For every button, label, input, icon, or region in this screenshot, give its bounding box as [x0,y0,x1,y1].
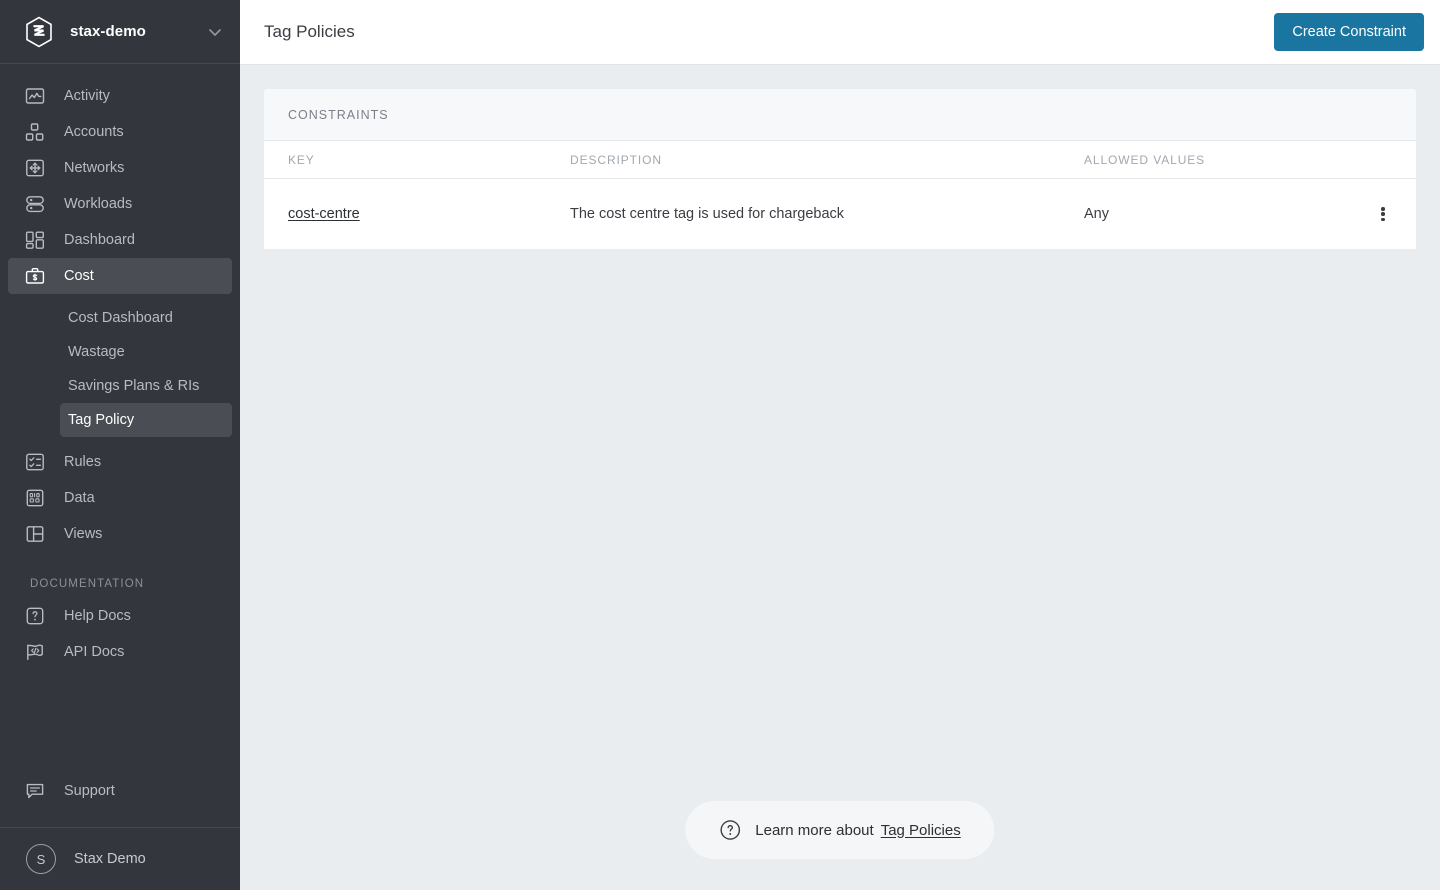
accounts-nodes-icon [24,121,46,143]
primary-navigation: Activity Accounts Networks Workloads Das… [0,64,240,773]
networks-move-icon [24,157,46,179]
org-name: stax-demo [70,23,146,40]
main-area: Tag Policies Create Constraint CONSTRAIN… [240,0,1440,890]
dashboard-grid-icon [24,229,46,251]
sidebar-item-workloads[interactable]: Workloads [8,186,232,222]
create-constraint-button[interactable]: Create Constraint [1274,13,1424,51]
sidebar-item-rules[interactable]: Rules [8,444,232,480]
column-header-key: KEY [264,141,570,179]
sidebar-subitem-label: Cost Dashboard [68,310,173,326]
sidebar-item-label: Workloads [64,196,133,212]
sidebar-subitem-tag-policy[interactable]: Tag Policy [60,403,232,437]
app-root: stax-demo Activity Accounts Networks Wor… [0,0,1440,890]
stax-hexagon-logo-icon [24,16,54,48]
sidebar-item-data[interactable]: Data [8,480,232,516]
sidebar-subitem-label: Wastage [68,344,125,360]
sidebar-subitem-savings-plans-ris[interactable]: Savings Plans & RIs [60,369,232,403]
sidebar-item-label: API Docs [64,644,125,660]
user-name: Stax Demo [74,851,146,867]
sidebar-item-support[interactable]: Support [8,773,232,809]
kebab-dot [1381,207,1385,211]
avatar: S [26,844,56,874]
sidebar-item-label: Activity [64,88,110,104]
table-body: cost-centre The cost centre tag is used … [264,179,1416,250]
views-layout-icon [24,523,46,545]
help-question-icon [24,605,46,627]
sidebar-subitem-cost-dashboard[interactable]: Cost Dashboard [60,301,232,335]
sidebar-item-label: Dashboard [64,232,135,248]
column-header-description: DESCRIPTION [570,141,1084,179]
user-account-row[interactable]: S Stax Demo [0,827,240,890]
sidebar-item-label: Accounts [64,124,124,140]
card-header-title: CONSTRAINTS [288,107,389,122]
constraints-card: CONSTRAINTS KEY DESCRIPTION ALLOWED VALU… [264,89,1416,249]
documentation-section-title: Documentation [30,578,145,590]
table-header-row: KEY DESCRIPTION ALLOWED VALUES [264,141,1416,179]
workloads-stack-icon [24,193,46,215]
learn-more-pill[interactable]: Learn more about Tag Policies [685,801,995,859]
sidebar-item-activity[interactable]: Activity [8,78,232,114]
sidebar-item-dashboard[interactable]: Dashboard [8,222,232,258]
chevron-down-icon[interactable] [206,23,224,41]
kebab-dot [1381,217,1385,221]
sidebar-item-label: Cost [64,268,94,284]
table-head: KEY DESCRIPTION ALLOWED VALUES [264,141,1416,179]
data-binary-icon [24,487,46,509]
sidebar: stax-demo Activity Accounts Networks Wor… [0,0,240,890]
sidebar-item-views[interactable]: Views [8,516,232,552]
sidebar-item-label: Rules [64,454,102,470]
kebab-dot [1381,212,1385,216]
sidebar-item-label: Data [64,490,95,506]
page-title: Tag Policies [264,22,355,41]
rules-checklist-icon [24,451,46,473]
sidebar-item-api-docs[interactable]: API Docs [8,634,232,670]
sidebar-item-label: Networks [64,160,125,176]
cell-actions [1374,179,1416,250]
sidebar-item-accounts[interactable]: Accounts [8,114,232,150]
sidebar-item-label: Support [64,783,115,799]
api-flag-code-icon [24,641,46,663]
sidebar-item-cost[interactable]: Cost [8,258,232,294]
cost-briefcase-icon [24,265,46,287]
learn-more-link[interactable]: Tag Policies [881,822,961,839]
cell-key: cost-centre [264,179,570,250]
constraints-table: KEY DESCRIPTION ALLOWED VALUES cost-cent… [264,141,1416,249]
top-bar: Tag Policies Create Constraint [240,0,1440,65]
sidebar-subitem-label: Tag Policy [68,412,135,428]
sidebar-item-label: Help Docs [64,608,131,624]
sidebar-item-label: Views [64,526,103,542]
cell-allowed-values: Any [1084,206,1109,222]
help-circle-icon [719,819,741,841]
column-header-actions [1374,141,1416,179]
sidebar-item-networks[interactable]: Networks [8,150,232,186]
activity-chart-icon [24,85,46,107]
card-header: CONSTRAINTS [264,89,1416,141]
table-row: cost-centre The cost centre tag is used … [264,179,1416,250]
content-area: CONSTRAINTS KEY DESCRIPTION ALLOWED VALU… [240,65,1440,890]
column-header-allowed-values: ALLOWED VALUES [1084,141,1374,179]
sidebar-subitem-label: Savings Plans & RIs [68,378,200,394]
sidebar-footer: Support S Stax Demo [0,773,240,890]
support-chat-icon [24,780,46,802]
cell-description: The cost centre tag is used for chargeba… [570,206,845,222]
support-row: Support [0,773,240,827]
org-switcher[interactable]: stax-demo [0,0,240,64]
constraint-key-link[interactable]: cost-centre [288,206,360,222]
sidebar-item-help-docs[interactable]: Help Docs [8,598,232,634]
sidebar-subitem-wastage[interactable]: Wastage [60,335,232,369]
learn-more-text: Learn more about [755,821,874,839]
kebab-menu-icon[interactable] [1374,205,1392,223]
